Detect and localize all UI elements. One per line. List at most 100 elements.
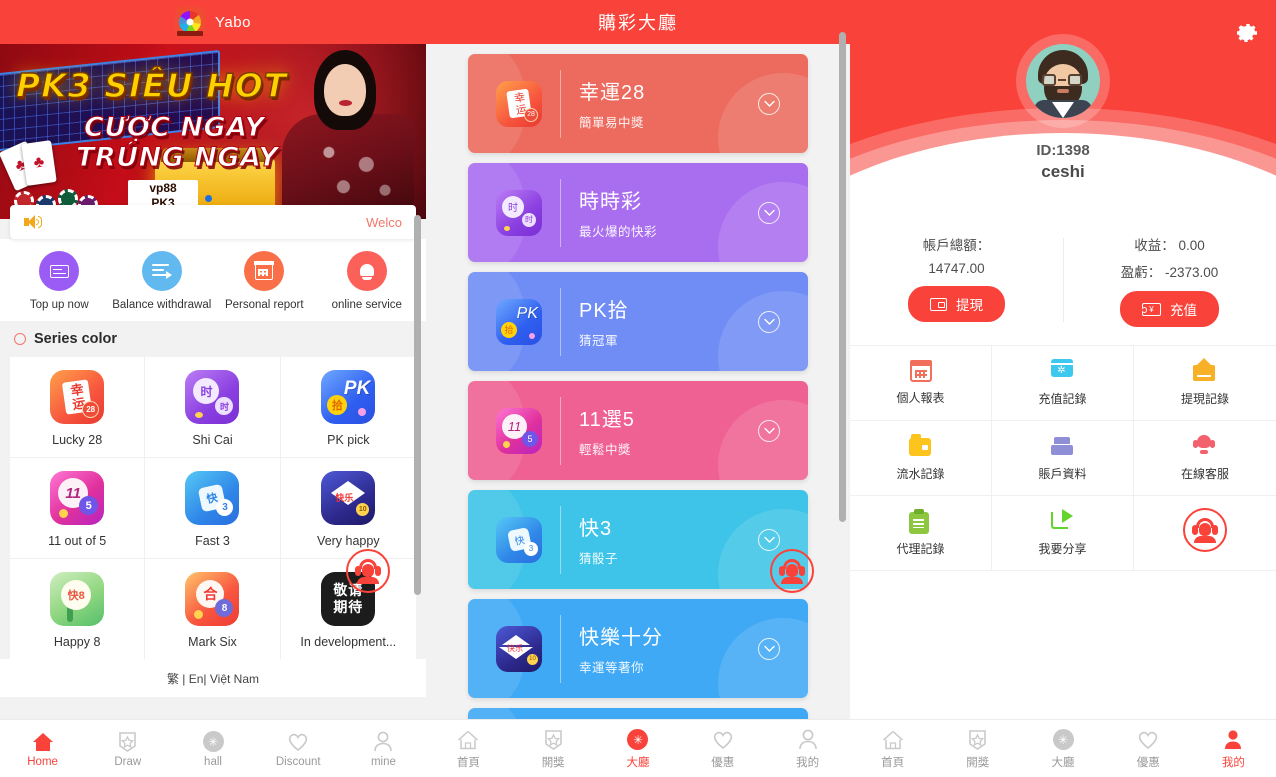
chevron-down-icon[interactable]: [758, 637, 780, 660]
tab-label: 我的: [796, 756, 820, 769]
pkpick-icon: PK 拾: [321, 370, 376, 424]
tab-home[interactable]: 首頁: [426, 728, 511, 770]
pk-badge: 拾: [327, 395, 348, 415]
game-cell-veryhappy[interactable]: 快乐 10 Very happy: [280, 458, 416, 559]
menu-withdraw-record[interactable]: 提現記錄: [1134, 346, 1276, 421]
home-panel: Yabo PK3 SIÊU HOT CƯỢC NGAY: [0, 0, 426, 777]
game-cell-pkpick[interactable]: PK 拾 PK pick: [280, 357, 416, 458]
withdraw-button-label: 提現: [956, 298, 983, 313]
card-subtitle: 最火爆的快彩: [579, 225, 658, 239]
notice-bar[interactable]: Welco: [10, 205, 416, 239]
tab-discount[interactable]: 優惠: [1106, 728, 1191, 770]
promo-banner[interactable]: PK3 SIÊU HOT CƯỢC NGAY TRÚNG NGAY vp88 P…: [0, 44, 426, 219]
menu-flow-record[interactable]: 流水記錄: [850, 421, 992, 496]
lottery-card-shicai[interactable]: 时 时 時時彩 最火爆的快彩: [468, 163, 808, 262]
lucky28-icon: 幸运 28: [50, 370, 105, 424]
tab-hall[interactable]: ✳ 大廳: [596, 728, 681, 770]
game-cell-fast3[interactable]: 快 3 Fast 3: [145, 458, 281, 559]
chevron-down-icon[interactable]: [758, 528, 780, 551]
tab-hall[interactable]: ✳ 大廳: [1020, 728, 1105, 770]
personal-report-icon: [909, 360, 932, 382]
shicai-icon: 时 时: [496, 189, 542, 236]
quick-action-online-service[interactable]: online service: [316, 251, 419, 311]
recharge-button[interactable]: ¥ 充值: [1120, 291, 1219, 327]
tab-mine[interactable]: 我的: [765, 728, 850, 770]
menu-recharge-record[interactable]: 充值記錄: [992, 346, 1134, 421]
recharge-button-label: 充值: [1170, 303, 1197, 318]
tab-label: 大廳: [1051, 756, 1075, 769]
game-cell-shicai[interactable]: 时 时 Shi Cai: [145, 357, 281, 458]
menu-label: 在線客服: [1180, 467, 1229, 481]
menu-customer-service[interactable]: [1134, 496, 1276, 571]
menu-label: 提現記錄: [1180, 392, 1229, 406]
tab-hall[interactable]: ✳ hall: [170, 730, 255, 768]
fast3-icon: 快 3: [496, 516, 542, 563]
game-label: Happy 8: [53, 635, 101, 649]
quick-action-top-up[interactable]: Top up now: [8, 251, 111, 311]
lottery-card-veryhappy[interactable]: 快乐 10 快樂十分 幸運等著你: [468, 599, 808, 698]
chevron-down-icon[interactable]: [758, 92, 780, 115]
lottery-card-pkpick[interactable]: PK 拾 PK拾 猜冠軍: [468, 272, 808, 371]
menu-agent-record[interactable]: 代理記錄: [850, 496, 992, 571]
lottery-card-fast3[interactable]: 快 3 快3 猜骰子: [468, 490, 808, 589]
game-label: Fast 3: [195, 534, 230, 548]
tab-label: hall: [204, 755, 222, 768]
banner-badge-line1: vp88: [149, 181, 177, 195]
customer-service-float[interactable]: [346, 549, 390, 593]
card-divider: [560, 614, 561, 683]
lucky28-icon: 幸运 28: [496, 80, 542, 127]
home-panel-scrollbar[interactable]: [414, 215, 421, 595]
game-label: In development...: [300, 635, 397, 649]
quick-action-balance-withdrawal[interactable]: Balance withdrawal: [111, 251, 214, 311]
lobby-panel-scrollbar[interactable]: [839, 32, 846, 522]
tab-discount[interactable]: Discount: [256, 730, 341, 768]
profit-label: 盈虧： -2373.00: [1120, 265, 1219, 280]
game-cell-11of5[interactable]: 11 5 11 out of 5: [10, 458, 146, 559]
speaker-icon: [24, 214, 42, 230]
tab-draw[interactable]: 開獎: [935, 728, 1020, 770]
card-subtitle: 猜骰子: [579, 552, 619, 566]
menu-personal-report[interactable]: 個人報表: [850, 346, 992, 421]
gear-icon[interactable]: [1234, 20, 1260, 51]
heart-icon: [256, 730, 341, 754]
lottery-card-11of5[interactable]: 11 5 11選5 輕鬆中獎: [468, 381, 808, 480]
tab-draw[interactable]: 開獎: [511, 728, 596, 770]
menu-online-service[interactable]: 在線客服: [1134, 421, 1276, 496]
game-cell-happy8[interactable]: 快8 Happy 8: [10, 559, 146, 659]
game-cell-marksix[interactable]: 合 8 Mark Six: [145, 559, 281, 659]
fast3-icon: 快 3: [185, 471, 240, 525]
chevron-down-icon[interactable]: [758, 419, 780, 442]
balance-label: 帳戶總額：: [922, 238, 991, 253]
headset-icon: [355, 559, 381, 584]
headset-icon: [779, 559, 805, 584]
dev-glyph-line2: 期待: [333, 599, 364, 615]
tab-discount[interactable]: 優惠: [680, 728, 765, 770]
withdraw-button[interactable]: 提現: [908, 286, 1005, 322]
app-root: Yabo PK3 SIÊU HOT CƯỢC NGAY: [0, 0, 1276, 777]
tab-label: Draw: [114, 755, 142, 768]
avatar[interactable]: [1026, 44, 1100, 118]
banner-pagination-dot[interactable]: [205, 195, 212, 202]
profile-tabbar: 首頁 開獎 ✳ 大廳 優惠 我的: [850, 719, 1276, 777]
home-icon: [0, 730, 85, 754]
menu-share[interactable]: 我要分享: [992, 496, 1134, 571]
menu-label: 充值記錄: [1038, 392, 1087, 406]
tab-home[interactable]: 首頁: [850, 728, 935, 770]
veryhappy-icon: 快乐 10: [321, 471, 376, 525]
language-switcher[interactable]: 繁 | En| Việt Nam: [0, 659, 426, 697]
lottery-card-lucky28[interactable]: 幸运 28 幸運28 簡單易中獎: [468, 54, 808, 153]
customer-service-float[interactable]: [770, 549, 814, 593]
tab-mine[interactable]: mine: [341, 730, 426, 768]
quick-action-personal-report[interactable]: Personal report: [213, 251, 316, 311]
card-text: 快3 猜骰子: [579, 512, 618, 567]
menu-label: 流水記錄: [896, 467, 945, 481]
card-text: 快樂十分 幸運等著你: [579, 621, 663, 676]
tab-home[interactable]: Home: [0, 730, 85, 768]
game-cell-lucky28[interactable]: 幸运 28 Lucky 28: [10, 357, 146, 458]
chevron-down-icon[interactable]: [758, 201, 780, 224]
menu-account-info[interactable]: 賬戶資料: [992, 421, 1134, 496]
tab-draw[interactable]: Draw: [85, 730, 170, 768]
tab-label: 大廳: [626, 756, 650, 769]
tab-mine[interactable]: 我的: [1191, 728, 1276, 770]
chevron-down-icon[interactable]: [758, 310, 780, 333]
